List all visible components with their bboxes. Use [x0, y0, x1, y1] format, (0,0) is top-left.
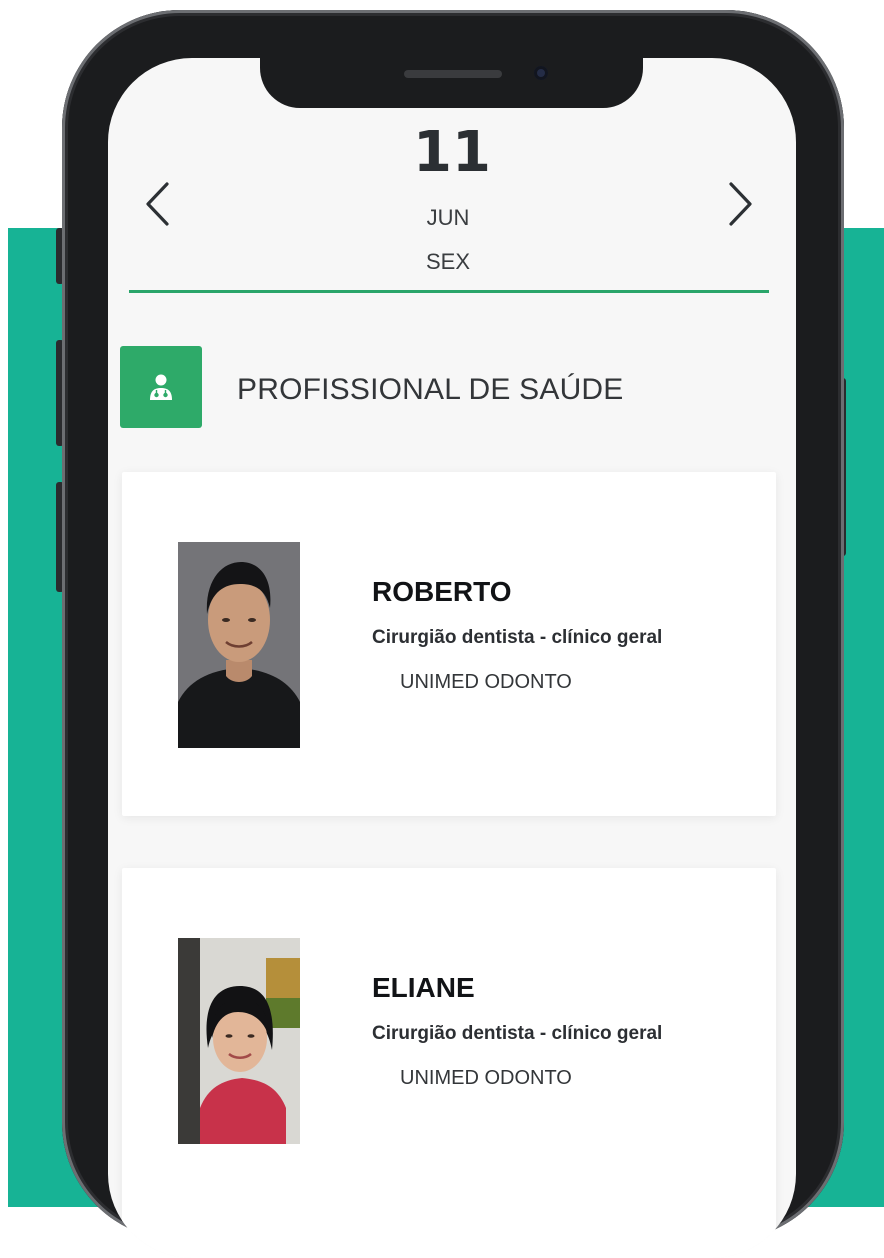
professional-specialty: Cirurgião dentista - clínico geral — [372, 1023, 663, 1044]
selected-day-number: 11 — [413, 120, 491, 185]
professional-plan: UNIMED ODONTO — [400, 1067, 572, 1089]
professional-specialty: Cirurgião dentista - clínico geral — [372, 627, 663, 648]
professional-plan: UNIMED ODONTO — [400, 671, 572, 693]
avatar — [178, 938, 300, 1144]
doctor-icon — [150, 374, 172, 400]
date-selector: 11 JUN SEX — [108, 58, 796, 294]
professional-card[interactable]: ROBERTO Cirurgião dentista - clínico ger… — [122, 472, 776, 816]
date-divider — [129, 290, 769, 293]
next-day-button[interactable] — [720, 178, 760, 230]
selected-weekday: SEX — [425, 249, 471, 274]
professional-name: ROBERTO — [372, 576, 512, 607]
section-icon-badge — [120, 346, 202, 428]
avatar — [178, 542, 300, 748]
section-header: PROFISSIONAL DE SAÚDE — [120, 346, 780, 430]
section-title: PROFISSIONAL DE SAÚDE — [237, 373, 624, 406]
professional-card[interactable]: ELIANE Cirurgião dentista - clínico gera… — [122, 868, 776, 1258]
app-screen: 11 JUN SEX PROFISSIONAL DE SAÚDE ROBERTO… — [108, 58, 796, 1258]
professional-name: ELIANE — [372, 972, 475, 1003]
chevron-right-icon — [729, 182, 752, 226]
selected-month: JUN — [426, 205, 470, 230]
